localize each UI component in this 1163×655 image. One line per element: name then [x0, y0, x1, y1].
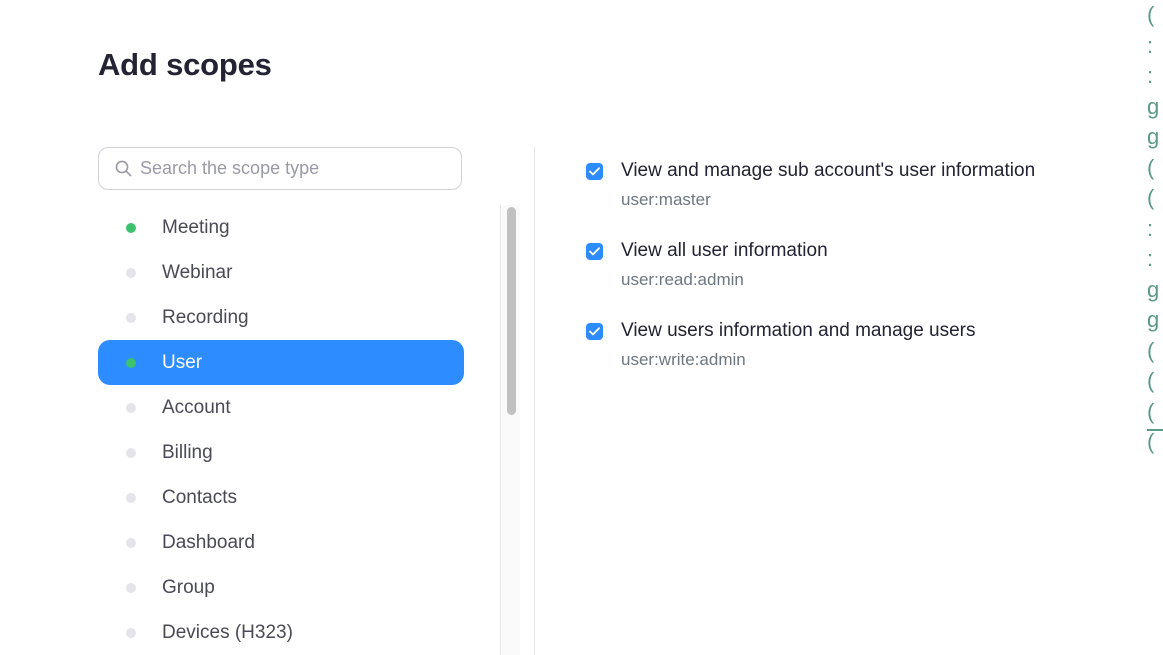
scope-type-label: Contacts: [162, 486, 237, 508]
scope-type-item-devices-h323[interactable]: Devices (H323): [98, 610, 464, 655]
edge-glyph: g: [1147, 124, 1160, 149]
divider: [534, 147, 535, 655]
status-dot: [126, 627, 136, 638]
scope-type-item-meeting[interactable]: Meeting: [98, 205, 464, 250]
scope-type-item-contacts[interactable]: Contacts: [98, 475, 464, 520]
scope-type-label: Account: [162, 396, 231, 418]
scope-item: View all user information user:read:admi…: [586, 237, 1035, 293]
scrollbar-thumb[interactable]: [507, 207, 516, 415]
edge-glyph: (: [1147, 368, 1155, 393]
edge-glyph: :: [1147, 246, 1154, 271]
edge-glyph: g: [1147, 276, 1160, 302]
scope-type-label: Devices (H323): [162, 621, 293, 643]
scrollbar[interactable]: [500, 205, 520, 655]
edge-glyph: :: [1147, 215, 1154, 241]
status-dot: [126, 447, 136, 458]
edge-rule: [1147, 429, 1163, 431]
check-icon: [589, 167, 600, 176]
status-dot: [126, 312, 136, 323]
scope-type-item-dashboard[interactable]: Dashboard: [98, 520, 464, 565]
status-dot: [126, 402, 136, 413]
edge-glyph: (: [1147, 429, 1155, 454]
scope-type-list: Meeting Webinar Recording User Account B…: [98, 205, 464, 655]
scope-type-item-group[interactable]: Group: [98, 565, 464, 610]
scope-type-label: Group: [162, 576, 215, 598]
scope-item: View and manage sub account's user infor…: [586, 157, 1035, 213]
edge-glyph: :: [1147, 63, 1154, 88]
page-title: Add scopes: [98, 47, 272, 82]
scope-list: View and manage sub account's user infor…: [586, 157, 1035, 397]
status-dot: [126, 582, 136, 593]
edge-glyph: (: [1147, 398, 1155, 424]
scope-type-label: Recording: [162, 306, 249, 328]
edge-glyph: (: [1147, 337, 1155, 363]
status-dot: [126, 267, 136, 278]
scope-code: user:write:admin: [621, 350, 746, 369]
check-icon: [589, 327, 600, 336]
check-icon: [589, 247, 600, 256]
cropped-background-text: ( : : g g ( ( : : g g ( ( ( (: [1147, 0, 1163, 655]
search-box[interactable]: [98, 147, 462, 190]
scope-title: View users information and manage users: [621, 320, 976, 341]
status-dot: [126, 537, 136, 548]
edge-glyph: (: [1147, 154, 1155, 180]
search-icon: [115, 160, 132, 177]
scope-title: View and manage sub account's user infor…: [621, 160, 1036, 181]
search-input[interactable]: [140, 158, 440, 179]
status-dot: [126, 222, 136, 233]
status-dot: [126, 357, 136, 368]
scope-type-label: Billing: [162, 441, 213, 463]
scope-type-item-recording[interactable]: Recording: [98, 295, 464, 340]
edge-glyph: g: [1147, 307, 1160, 332]
scope-code: user:master: [621, 190, 711, 209]
scope-type-label: Webinar: [162, 261, 233, 283]
scope-type-item-webinar[interactable]: Webinar: [98, 250, 464, 295]
checkbox-checked[interactable]: [586, 323, 603, 340]
checkbox-checked[interactable]: [586, 243, 603, 260]
scope-title: View all user information: [621, 240, 828, 261]
status-dot: [126, 492, 136, 503]
scope-type-label: User: [162, 351, 203, 373]
scope-item: View users information and manage users …: [586, 317, 1035, 373]
scope-code: user:read:admin: [621, 270, 744, 289]
scope-type-item-account[interactable]: Account: [98, 385, 464, 430]
checkbox-checked[interactable]: [586, 163, 603, 180]
scope-type-label: Meeting: [162, 216, 230, 238]
edge-glyph: (: [1147, 2, 1155, 27]
edge-glyph: g: [1147, 93, 1160, 119]
edge-glyph: (: [1147, 185, 1155, 210]
scope-type-label: Dashboard: [162, 531, 255, 553]
scope-type-item-user[interactable]: User: [98, 340, 464, 385]
edge-glyph: :: [1147, 32, 1154, 58]
scope-type-item-billing[interactable]: Billing: [98, 430, 464, 475]
